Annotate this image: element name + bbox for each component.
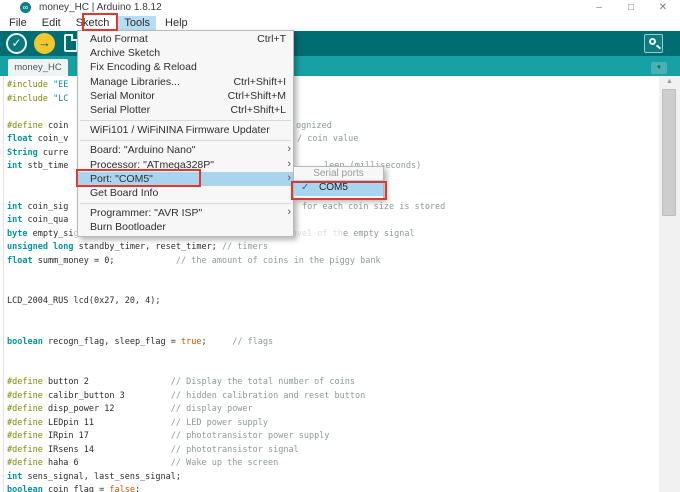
code-line: #define LEDpin 11 // LED power supply [7,417,269,428]
code-line: unsigned long standby_timer, reset_timer… [7,242,268,252]
menu-item-shortcut: Ctrl+Shift+M [227,89,286,102]
check-icon: ✓ [11,36,22,50]
code-line: #define disp_power 12 // display power [7,404,253,414]
menu-item-label: Archive Sketch [90,47,161,60]
magnifier-icon [649,38,656,45]
code-line: boolean recogn_flag, sleep_flag = true; … [7,336,274,347]
submenu-arrow-icon: › [287,157,291,170]
code-line: #define haha 6 // Wake up the screen [7,458,279,468]
code-line: #define IRpin 17 // phototransistor powe… [7,431,330,441]
submenu-item-com5[interactable]: ✓ COM5 [294,180,383,196]
menu-item-label: Programmer: "AVR ISP" [90,207,203,220]
menu-item-label: Port: "COM5" [90,172,153,185]
menu-item-serial-monitor[interactable]: Serial Monitor Ctrl+Shift+M [78,89,293,103]
submenu-arrow-icon: › [287,206,291,219]
menu-item-board[interactable]: Board: "Arduino Nano" › [78,143,293,157]
title-bar: ∞ money_HC | Arduino 1.8.12 – □ ✕ [0,0,680,15]
menu-item-archive-sketch[interactable]: Archive Sketch [78,46,293,60]
menu-separator [80,202,291,204]
menu-edit[interactable]: Edit [36,16,67,30]
menu-separator [80,119,291,121]
new-sketch-button[interactable] [64,34,78,52]
menu-help[interactable]: Help [159,16,194,30]
editor-left-border [3,76,4,492]
code-line: LCD_2004_RUS lcd(0x27, 20, 4); [7,296,161,306]
menu-item-auto-format[interactable]: Auto Format Ctrl+T [78,32,293,46]
upload-button[interactable]: → [34,33,55,54]
menu-item-label: Processor: "ATmega328P" [90,158,214,171]
tools-menu: Auto Format Ctrl+T Archive Sketch Fix Encod… [77,30,294,238]
chevron-down-icon: ▼ [656,65,662,71]
submenu-header-serial-ports: Serial ports [313,168,364,179]
code-line: int sens_signal, last_sens_signal; [7,471,181,482]
submenu-arrow-icon: › [287,171,291,184]
code-line: boolean coin_flag = false; [7,485,141,492]
code-line: #define button 2 // Display the total nu… [7,377,356,387]
menu-item-shortcut: Ctrl+Shift+L [230,103,286,116]
scroll-up-icon[interactable]: ▲ [659,78,680,85]
menu-item-fix-encoding[interactable]: Fix Encoding & Reload [78,60,293,74]
menu-tools[interactable]: Tools [118,16,157,30]
code-line: #define IRsens 14 // phototransistor sig… [7,444,299,455]
close-button[interactable]: ✕ [652,1,674,14]
menu-item-label: Manage Libraries... [90,75,180,88]
menu-item-label: Serial Monitor [90,89,155,102]
menu-item-burn-bootloader[interactable]: Burn Bootloader [78,220,293,234]
menu-item-label: Serial Plotter [90,103,151,116]
menu-item-label: Get Board Info [90,186,159,199]
menu-item-label: Board: "Arduino Nano" [90,144,196,157]
menu-file[interactable]: File [3,16,33,30]
submenu-arrow-icon: › [287,143,291,156]
checkmark-icon: ✓ [301,182,310,193]
arduino-app-icon: ∞ [20,2,31,13]
vertical-scrollbar[interactable]: ▲ [659,76,680,492]
minimize-button[interactable]: – [588,1,610,14]
serial-monitor-button[interactable] [644,34,663,53]
menu-item-label: Fix Encoding & Reload [90,61,197,74]
magnifier-handle-icon [655,44,662,50]
code-line: #define calibr_button 3 // hidden calibr… [7,390,366,401]
window-title: money_HC | Arduino 1.8.12 [39,2,162,13]
menu-item-label: Auto Format [90,33,148,45]
verify-button[interactable]: ✓ [6,33,27,54]
menu-item-manage-libraries[interactable]: Manage Libraries... Ctrl+Shift+I [78,75,293,89]
submenu-item-label: COM5 [319,182,348,193]
menu-separator [80,139,291,141]
maximize-button[interactable]: □ [620,1,642,14]
menu-bar: File Edit Sketch Tools Help [0,15,680,31]
menu-item-processor[interactable]: Processor: "ATmega328P" › [78,158,293,172]
menu-item-wifi-firmware-updater[interactable]: WiFi101 / WiFiNINA Firmware Updater [78,123,293,137]
tab-money-hc[interactable]: money_HC [8,59,68,76]
menu-item-serial-plotter[interactable]: Serial Plotter Ctrl+Shift+L [78,103,293,117]
scrollbar-thumb[interactable] [662,89,676,216]
tab-list-dropdown-button[interactable]: ▼ [651,62,667,74]
menu-sketch[interactable]: Sketch [70,16,116,30]
code-line: float summ_money = 0; // the amount of c… [7,255,381,266]
menu-item-shortcut: Ctrl+Shift+I [233,75,286,88]
port-submenu: Serial ports ✓ COM5 [293,166,384,199]
menu-item-programmer[interactable]: Programmer: "AVR ISP" › [78,206,293,220]
menu-item-label: Burn Bootloader [90,221,166,234]
menu-item-shortcut: Ctrl+T [257,33,286,45]
menu-item-get-board-info[interactable]: Get Board Info [78,186,293,200]
menu-item-label: WiFi101 / WiFiNINA Firmware Updater [90,124,270,137]
right-arrow-icon: → [38,35,51,50]
menu-item-port[interactable]: Port: "COM5" › [78,171,293,186]
